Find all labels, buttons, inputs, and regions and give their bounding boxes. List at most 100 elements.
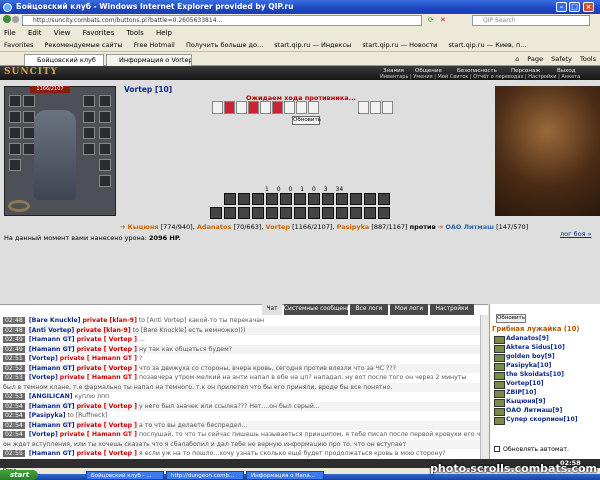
skill-icon[interactable]: [294, 207, 306, 219]
equip-slot[interactable]: [83, 95, 95, 107]
favorite-link[interactable]: start.qip.ru — Новости: [362, 41, 437, 49]
game-sub-nav[interactable]: Инвентарь | Умения | Мой Свиток | Отчёт …: [380, 74, 580, 80]
skill-icon[interactable]: [224, 193, 236, 205]
skill-icon[interactable]: [322, 207, 334, 219]
equip-slot[interactable]: [99, 127, 111, 139]
taskbar-task[interactable]: Информация о Напа...: [246, 471, 324, 480]
equip-slot[interactable]: [9, 127, 21, 139]
chat-nick[interactable]: [Vortep]: [29, 374, 58, 381]
skill-icon[interactable]: [378, 193, 390, 205]
menu-tools[interactable]: Tools: [126, 29, 143, 37]
team-member[interactable]: Vortep: [266, 223, 291, 231]
equip-slot[interactable]: [9, 143, 21, 155]
heart-icon[interactable]: [212, 101, 223, 114]
tab-system-messages[interactable]: Системные сообщения: [284, 304, 348, 315]
skill-icon[interactable]: [266, 193, 278, 205]
tab-settings[interactable]: Настройки: [430, 304, 474, 315]
skill-icon[interactable]: [224, 207, 236, 219]
address-input[interactable]: http://suncity.combats.com/buttons.pl?ba…: [22, 15, 422, 26]
tools-menu[interactable]: Tools: [580, 55, 596, 63]
chat-nick[interactable]: [Vortep]: [29, 431, 58, 438]
team-member[interactable]: Pasipyka: [337, 223, 370, 231]
menu-help[interactable]: Help: [156, 29, 172, 37]
skill-icon[interactable]: [238, 207, 250, 219]
online-user[interactable]: Супер скорпион[10]: [492, 415, 600, 425]
chat-nick[interactable]: [Pasipyka]: [29, 412, 66, 419]
chat-nick[interactable]: [Hamann GT]: [29, 365, 75, 372]
favorite-link[interactable]: start.qip.ru — Киев, п...: [448, 41, 526, 49]
equip-slot[interactable]: [99, 159, 111, 171]
online-user[interactable]: golden boy[9]: [492, 352, 600, 362]
search-input[interactable]: QIP Search: [472, 15, 590, 26]
equip-slot[interactable]: [99, 95, 111, 107]
safety-menu[interactable]: Safety: [551, 55, 572, 63]
start-button[interactable]: start: [0, 470, 38, 480]
tab-chat[interactable]: Чат: [262, 304, 282, 315]
auto-refresh-option[interactable]: Обновлять автомат.: [494, 446, 569, 453]
stop-icon[interactable]: ✕: [440, 16, 446, 24]
chat-nick[interactable]: [Bare Knuckle]: [29, 317, 81, 324]
skill-icon[interactable]: [280, 207, 292, 219]
online-user[interactable]: Кыцюня[9]: [492, 397, 600, 407]
menu-view[interactable]: View: [54, 29, 71, 37]
equip-slot[interactable]: [99, 175, 111, 187]
enemy-member[interactable]: ОАО Литмаш: [445, 223, 494, 231]
equip-slot[interactable]: [99, 143, 111, 155]
equip-slot[interactable]: [9, 95, 21, 107]
chat-scrollbar[interactable]: [480, 315, 488, 459]
skill-icon[interactable]: [308, 207, 320, 219]
skill-icon[interactable]: [308, 193, 320, 205]
skill-icon[interactable]: [336, 193, 348, 205]
back-icon[interactable]: [3, 15, 11, 23]
heart-icon[interactable]: [272, 101, 283, 114]
equip-slot[interactable]: [83, 143, 95, 155]
equip-slot[interactable]: [9, 111, 21, 123]
battle-log-link[interactable]: лог боя »: [560, 230, 592, 238]
player-name[interactable]: Vortep [10]: [124, 85, 172, 94]
slot-icon[interactable]: [296, 101, 307, 114]
online-user[interactable]: ОАО Литмаш[9]: [492, 406, 600, 416]
maximize-button[interactable]: □: [569, 2, 580, 12]
skill-icon[interactable]: [350, 207, 362, 219]
skill-icon[interactable]: [294, 193, 306, 205]
taskbar-task[interactable]: http://dungeon.comb...: [166, 471, 244, 480]
menu-file[interactable]: File: [4, 29, 16, 37]
chat-nick[interactable]: [Hamann GT]: [29, 346, 75, 353]
skill-icon[interactable]: [336, 207, 348, 219]
menu-favorites[interactable]: Favorites: [83, 29, 115, 37]
skill-icon[interactable]: [350, 193, 362, 205]
chat-nick[interactable]: [Hamann GT]: [29, 336, 75, 343]
online-user[interactable]: Vortep[10]: [492, 379, 600, 389]
chat-nick[interactable]: [Hamann GT]: [29, 450, 75, 457]
chat-nick[interactable]: [Hamann GT]: [29, 422, 75, 429]
skill-icon[interactable]: [210, 207, 222, 219]
favorite-link[interactable]: Получить больше до...: [186, 41, 263, 49]
equip-slot[interactable]: [99, 111, 111, 123]
skill-icon[interactable]: [322, 193, 334, 205]
menu-edit[interactable]: Edit: [28, 29, 42, 37]
browser-tab[interactable]: Бойцовский клуб: [24, 54, 104, 66]
skill-icon[interactable]: [252, 193, 264, 205]
slot-icon[interactable]: [308, 101, 319, 114]
skill-icon[interactable]: [252, 207, 264, 219]
skill-icon[interactable]: [238, 193, 250, 205]
team-member[interactable]: Кыцюня: [128, 223, 159, 231]
equip-slot[interactable]: [83, 127, 95, 139]
chat-nick[interactable]: [Hamann GT]: [29, 403, 75, 410]
skill-icon[interactable]: [364, 207, 376, 219]
online-user[interactable]: ZBIP[10]: [492, 388, 600, 398]
slot-icon[interactable]: [370, 101, 381, 114]
chat-nick[interactable]: [Vortep]: [29, 355, 58, 362]
skill-icon[interactable]: [364, 193, 376, 205]
home-icon[interactable]: ⌂: [515, 55, 519, 63]
equip-slot[interactable]: [83, 111, 95, 123]
close-button[interactable]: ×: [583, 2, 594, 12]
minimize-button[interactable]: –: [556, 2, 567, 12]
browser-tab[interactable]: Информация о Vortep: [106, 54, 192, 66]
chat-nick[interactable]: [ANGILICAN]: [29, 393, 73, 400]
skill-icon[interactable]: [266, 207, 278, 219]
online-user[interactable]: Adanatos[9]: [492, 334, 600, 344]
skill-icon[interactable]: [280, 193, 292, 205]
chat-nick[interactable]: [Anti Vortep]: [29, 327, 74, 334]
equip-slot[interactable]: [23, 95, 35, 107]
